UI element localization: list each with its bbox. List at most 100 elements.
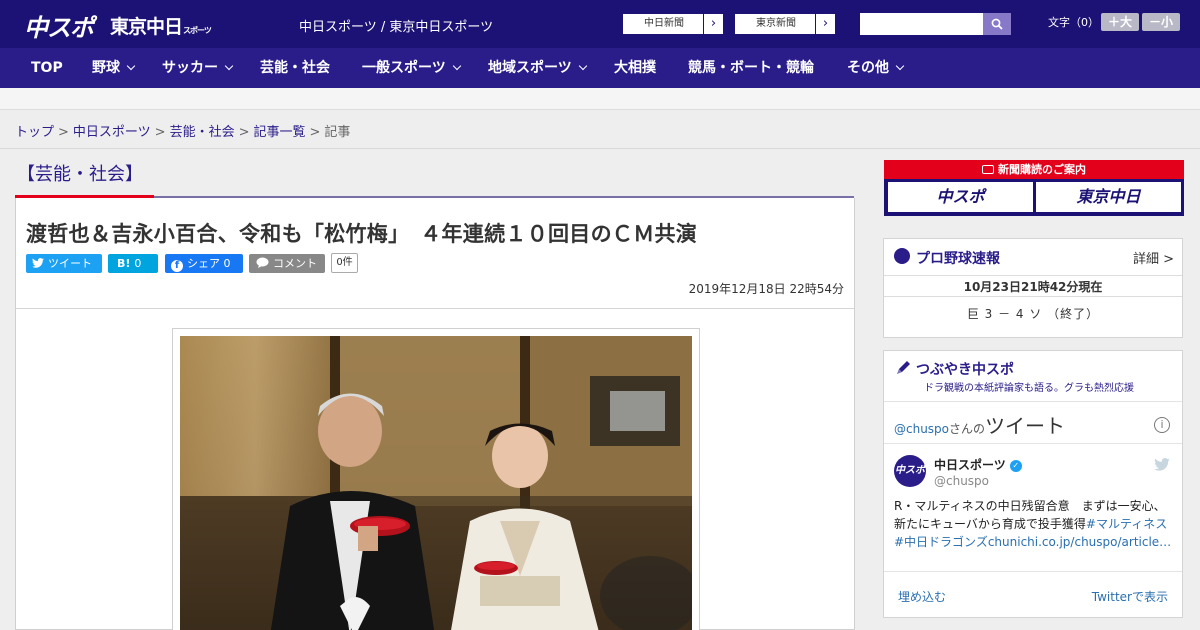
- photo-illustration: [180, 336, 692, 630]
- nav-label: その他: [847, 60, 889, 76]
- nav-racing[interactable]: 競馬・ボート・競輪: [688, 48, 814, 88]
- chunichi-shimbun-link[interactable]: 中日新聞 ›: [622, 13, 724, 35]
- breadcrumb-link-article-list[interactable]: 記事一覧: [254, 125, 306, 140]
- chevron-right-icon: ›: [703, 14, 723, 34]
- facebook-icon: f: [171, 260, 183, 272]
- subscribe-tokyo-button[interactable]: 東京中日: [1036, 182, 1181, 212]
- hatena-icon: B!: [117, 257, 131, 270]
- tokyo-chunichi-logo-small: スポーツ: [183, 26, 212, 35]
- tweets-by-heading: @chuspoさんのツイート: [894, 410, 1065, 439]
- site-name: 中日スポーツ / 東京中日スポーツ: [299, 20, 494, 35]
- speech-bubble-icon: [256, 257, 269, 270]
- nav-label: 一般スポーツ: [362, 60, 446, 76]
- font-smaller-button[interactable]: －小: [1142, 13, 1180, 31]
- nav-entertainment[interactable]: 芸能・社会: [260, 48, 330, 88]
- nav-general-sports[interactable]: 一般スポーツ: [362, 48, 461, 88]
- tokyo-shimbun-link[interactable]: 東京新聞 ›: [734, 13, 836, 35]
- breadcrumb-separator: >: [309, 125, 321, 140]
- nav-sumo[interactable]: 大相撲: [614, 48, 656, 88]
- article-card: 渡哲也＆吉永小百合、令和も「松竹梅」 ４年連続１０回目のＣＭ共演 ツイート B!…: [15, 198, 855, 630]
- divider: [884, 443, 1182, 444]
- nav-label: 大相撲: [614, 60, 656, 76]
- nav-other[interactable]: その他: [847, 48, 905, 88]
- chuspo-logo[interactable]: 中スポ: [24, 8, 94, 43]
- tweets-by-suffix: さんの: [949, 422, 986, 436]
- tweet-link[interactable]: chunichi.co.jp/chuspo/article…: [988, 535, 1171, 549]
- baseball-score-widget: プロ野球速報 詳細 > 10月23日21時42分現在 巨 3 － 4 ソ （終了…: [883, 238, 1183, 338]
- article-photo-frame: [172, 328, 700, 630]
- article-photo[interactable]: [180, 336, 692, 630]
- article-headline: 渡哲也＆吉永小百合、令和も「松竹梅」 ４年連続１０回目のＣＭ共演: [26, 222, 698, 246]
- tweet-hashtag[interactable]: #中日ドラゴンズ: [894, 535, 988, 549]
- baseball-score[interactable]: 巨 3 － 4 ソ （終了）: [884, 305, 1182, 322]
- chevron-down-icon: [452, 61, 461, 71]
- font-larger-button[interactable]: ＋大: [1101, 13, 1139, 31]
- breadcrumb-link-top[interactable]: トップ: [15, 125, 54, 140]
- facebook-share-label: シェア: [187, 257, 220, 270]
- font-size-label: 文字（0）: [1048, 16, 1099, 29]
- tweet-author-name[interactable]: 中日スポーツ ✓: [934, 456, 1022, 473]
- search-input[interactable]: [860, 13, 983, 35]
- tweet-body: R・マルティネスの中日残留合意 まずは一安心、新たにキューバから育成で投手獲得#…: [894, 497, 1174, 551]
- subscription-title-text: 新聞購読のご案内: [998, 163, 1086, 176]
- tweet-button[interactable]: ツイート: [26, 254, 102, 273]
- twitter-widget-title: つぶやき中スポ: [916, 362, 1014, 378]
- ad-strip: [0, 88, 1200, 110]
- chunichi-shimbun-label: 中日新聞: [644, 18, 684, 29]
- comment-label: コメント: [273, 257, 317, 270]
- tweet-label: ツイート: [48, 257, 92, 270]
- chevron-down-icon: [126, 61, 136, 71]
- view-on-twitter-link[interactable]: Twitterで表示: [1092, 588, 1168, 605]
- nav-label: 野球: [92, 60, 120, 76]
- nav-label: TOP: [31, 60, 63, 76]
- article-divider: [16, 308, 854, 309]
- nav-soccer[interactable]: サッカー: [162, 48, 234, 88]
- subscribe-chuspo-button[interactable]: 中スポ: [888, 182, 1033, 212]
- breadcrumb-link-chuspo[interactable]: 中日スポーツ: [73, 125, 151, 140]
- chevron-down-icon: [895, 61, 905, 71]
- nav-label: 芸能・社会: [260, 60, 330, 76]
- breadcrumb-link-entertainment[interactable]: 芸能・社会: [170, 125, 235, 140]
- nav-local-sports[interactable]: 地域スポーツ: [488, 48, 587, 88]
- hatena-bookmark-button[interactable]: B! 0: [108, 254, 158, 273]
- comment-button[interactable]: コメント: [249, 254, 325, 273]
- breadcrumb-divider: [0, 148, 1200, 149]
- info-icon[interactable]: i: [1154, 417, 1170, 433]
- twitter-bird-icon[interactable]: [1154, 458, 1170, 471]
- avatar[interactable]: 中スポ: [894, 455, 926, 487]
- tweets-by-handle[interactable]: @chuspo: [894, 422, 949, 436]
- comment-count: 0件: [331, 253, 358, 273]
- subscription-banner: 新聞購読のご案内 中スポ 東京中日: [884, 160, 1184, 216]
- tweets-by-title: ツイート: [985, 414, 1066, 438]
- breadcrumb-separator: >: [154, 125, 166, 140]
- breadcrumb-separator: >: [238, 125, 250, 140]
- twitter-widget-subtitle: ドラ観戦の本紙評論家も語る。グラも熱烈応援: [924, 383, 1134, 394]
- category-title: 【芸能・社会】: [17, 164, 143, 185]
- newspaper-icon: [982, 165, 994, 174]
- site-header: 中スポ 東京中日スポーツ 中日スポーツ / 東京中日スポーツ 中日新聞 › 東京…: [0, 0, 1200, 48]
- search-icon: [991, 18, 1003, 30]
- breadcrumb: トップ > 中日スポーツ > 芸能・社会 > 記事一覧 > 記事: [15, 121, 350, 140]
- subscription-title: 新聞購読のご案内: [884, 160, 1184, 179]
- chevron-right-icon: ›: [815, 14, 835, 34]
- tokyo-chunichi-logo-text: 東京中日: [110, 16, 183, 38]
- twitter-widget: つぶやき中スポ ドラ観戦の本紙評論家も語る。グラも熱烈応援 @chuspoさんの…: [883, 350, 1183, 618]
- tweet-hashtag[interactable]: #マルティネス: [1086, 517, 1167, 531]
- chevron-down-icon: [224, 61, 234, 71]
- nav-top[interactable]: TOP: [31, 48, 63, 88]
- pen-icon: [897, 361, 910, 374]
- baseball-update-time: 10月23日21時42分現在: [884, 275, 1182, 297]
- nav-baseball[interactable]: 野球: [92, 48, 136, 88]
- embed-link[interactable]: 埋め込む: [898, 588, 946, 605]
- hatena-count: 0: [134, 257, 142, 270]
- baseball-icon: [894, 248, 910, 264]
- facebook-share-button[interactable]: f シェア 0: [165, 254, 243, 273]
- tokyo-chunichi-logo[interactable]: 東京中日スポーツ: [110, 12, 212, 39]
- tweet-author-handle[interactable]: @chuspo: [934, 474, 989, 488]
- baseball-widget-title: プロ野球速報: [916, 251, 1000, 267]
- divider: [884, 401, 1182, 402]
- search-button[interactable]: [983, 13, 1011, 35]
- nav-label: 競馬・ボート・競輪: [688, 60, 814, 76]
- baseball-detail-link[interactable]: 詳細 >: [1133, 248, 1174, 267]
- nav-label: サッカー: [162, 60, 218, 76]
